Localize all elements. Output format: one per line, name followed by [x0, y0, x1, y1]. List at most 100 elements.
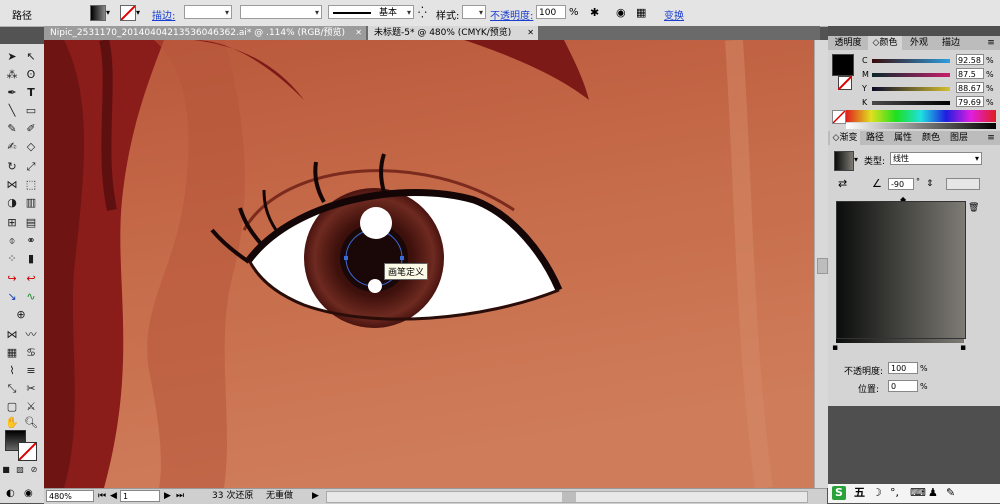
perspective-grid-tool-icon[interactable]: ▥	[22, 194, 40, 212]
color-mode-icon[interactable]: ■	[0, 464, 12, 476]
prev-page-icon[interactable]: ◀	[110, 490, 117, 503]
channel-k-field[interactable]: 79.69	[956, 96, 984, 107]
stroke-color-box[interactable]	[18, 442, 37, 461]
warp-tool-icon[interactable]: ⋈	[3, 326, 21, 344]
stroke-color-box[interactable]	[837, 75, 853, 91]
channel-m-slider[interactable]	[872, 73, 950, 77]
opacity-link[interactable]: 不透明度:	[490, 7, 533, 22]
gradient-position-field[interactable]: 0	[888, 380, 918, 392]
next-page-icon[interactable]: ▶	[164, 490, 171, 503]
moon-icon[interactable]: ☽	[872, 486, 882, 500]
gradient-type-select[interactable]: 线性 ▾	[890, 152, 982, 165]
screen-mode-icon[interactable]: ◉	[24, 487, 33, 501]
transform-link[interactable]: 变换	[664, 7, 684, 22]
magic-wand-tool-icon[interactable]: ⁂	[3, 66, 21, 84]
tab-attributes[interactable]: 属性	[890, 131, 916, 145]
align-icon[interactable]: ▦	[636, 6, 646, 20]
tab-paths[interactable]: 路径	[862, 131, 888, 145]
gradient-dropdown-icon[interactable]: ▾	[854, 153, 858, 167]
gradient-opacity-field[interactable]: 100	[888, 362, 918, 374]
none-mode-icon[interactable]: ⊘	[28, 464, 40, 476]
aspect-ratio-icon[interactable]: ⇕	[926, 177, 934, 191]
fill-dropdown-icon[interactable]: ▾	[106, 6, 110, 20]
gradient-preview[interactable]	[836, 201, 966, 339]
crosshair-tool-icon[interactable]: ⊕	[12, 306, 30, 324]
scrollbar-thumb[interactable]	[817, 258, 828, 274]
page-field[interactable]: 1	[120, 490, 160, 502]
twirl-tool-icon[interactable]: 〰	[22, 326, 40, 344]
style-field[interactable]: ▾	[462, 5, 486, 19]
tab-color[interactable]: ◇颜色	[868, 36, 902, 50]
globe-icon[interactable]: ◉	[616, 6, 626, 20]
artboard-canvas[interactable]: 画笔定义	[44, 40, 814, 488]
reverse-gradient-icon[interactable]: ⇄	[838, 177, 847, 191]
punctuation-icon[interactable]: °,	[890, 486, 899, 500]
pucker-tool-icon[interactable]: ▦	[3, 344, 21, 362]
scissors-tool-icon[interactable]: ✂	[22, 380, 40, 398]
panel-menu-icon[interactable]: ≡	[984, 36, 998, 50]
blend-tool-icon[interactable]: ⚭	[22, 232, 40, 250]
first-page-icon[interactable]: ⏮	[98, 490, 106, 503]
custom-tool-green-icon[interactable]: ∿	[22, 288, 40, 306]
mesh-tool-icon[interactable]: ⊞	[3, 214, 21, 232]
scrollbar-thumb[interactable]	[562, 492, 576, 502]
tab-stroke[interactable]: 描边	[936, 36, 966, 50]
free-transform-tool-icon[interactable]: ⬚	[22, 176, 40, 194]
type-tool-icon[interactable]: T	[22, 84, 40, 102]
gradient-aspect-field[interactable]	[946, 178, 980, 190]
channel-c-slider[interactable]	[872, 59, 950, 63]
channel-c-field[interactable]: 92.58	[956, 54, 984, 65]
horizontal-scrollbar[interactable]	[326, 491, 808, 503]
tab-gradient[interactable]: ◇渐变	[830, 131, 860, 145]
custom-tool-red-2-icon[interactable]: ↩	[22, 270, 40, 288]
blob-brush-tool-icon[interactable]: ✍	[3, 138, 21, 156]
scale-tool-icon[interactable]: ⤢	[22, 158, 40, 176]
close-icon[interactable]: ✕	[527, 26, 534, 40]
pencil-tool-icon[interactable]: ✐	[22, 120, 40, 138]
eyedropper-tool-icon[interactable]: ⌽	[3, 232, 21, 250]
symbol-sprayer-tool-icon[interactable]: ⁘	[3, 250, 21, 268]
gradient-stop-end-icon[interactable]: ▪	[960, 341, 966, 355]
gradient-mode-icon[interactable]: ▨	[14, 464, 26, 476]
brush-profile-field[interactable]: 基本 ▾	[328, 5, 414, 19]
scallop-tool-icon[interactable]: ⌇	[3, 362, 21, 380]
line-tool-icon[interactable]: ╲	[3, 102, 21, 120]
recolor-icon[interactable]: ✱	[590, 6, 599, 20]
tab-layers[interactable]: 图层	[946, 131, 972, 145]
tab-document-2[interactable]: 未标题-5* @ 480% (CMYK/预览) ✕	[368, 26, 538, 40]
gradient-tool-icon[interactable]: ▤	[22, 214, 40, 232]
ime-mode-label[interactable]: 五	[854, 486, 865, 500]
shape-builder-tool-icon[interactable]: ◑	[3, 194, 21, 212]
rotate-tool-icon[interactable]: ↻	[3, 158, 21, 176]
keyboard-icon[interactable]: ⌨	[910, 486, 926, 500]
tab-appearance[interactable]: 外观	[904, 36, 934, 50]
gradient-thumbnail[interactable]	[834, 151, 854, 171]
eraser-tool-icon[interactable]: ◇	[22, 138, 40, 156]
tab-document-1[interactable]: Nipic_2531170_20140404213536046362.ai* @…	[44, 26, 366, 40]
color-spectrum-bar[interactable]	[846, 110, 996, 122]
selection-tool-icon[interactable]: ➤	[3, 48, 21, 66]
tab-transparency[interactable]: 透明度	[830, 36, 866, 50]
lasso-tool-icon[interactable]: ʘ	[22, 66, 40, 84]
panel-menu-icon[interactable]: ≡	[984, 131, 998, 145]
gradient-angle-field[interactable]: -90	[888, 178, 914, 190]
gradient-slider[interactable]	[836, 339, 964, 343]
zoom-field[interactable]: 480%	[46, 490, 94, 502]
delete-stop-icon[interactable]: 🗑︎	[968, 201, 979, 215]
custom-tool-red-icon[interactable]: ↪	[3, 270, 21, 288]
wrinkle-tool-icon[interactable]: ≡	[22, 362, 40, 380]
none-swatch[interactable]	[832, 110, 846, 124]
opacity-field[interactable]: 100	[536, 5, 566, 19]
direct-selection-tool-icon[interactable]: ↖	[22, 48, 40, 66]
rectangle-tool-icon[interactable]: ▭	[22, 102, 40, 120]
custom-tool-blue-icon[interactable]: ↘	[3, 288, 21, 306]
brush-options-icon[interactable]: ⁛	[418, 6, 427, 20]
pen-tool-icon[interactable]: ✒	[3, 84, 21, 102]
bloat-tool-icon[interactable]: ♋	[22, 344, 40, 362]
close-icon[interactable]: ✕	[355, 26, 362, 40]
fill-swatch[interactable]	[90, 5, 106, 21]
status-menu-icon[interactable]: ▶	[312, 490, 319, 503]
stroke-link[interactable]: 描边:	[152, 7, 175, 22]
last-page-icon[interactable]: ⏭	[176, 490, 184, 503]
paintbrush-tool-icon[interactable]: ✎	[3, 120, 21, 138]
